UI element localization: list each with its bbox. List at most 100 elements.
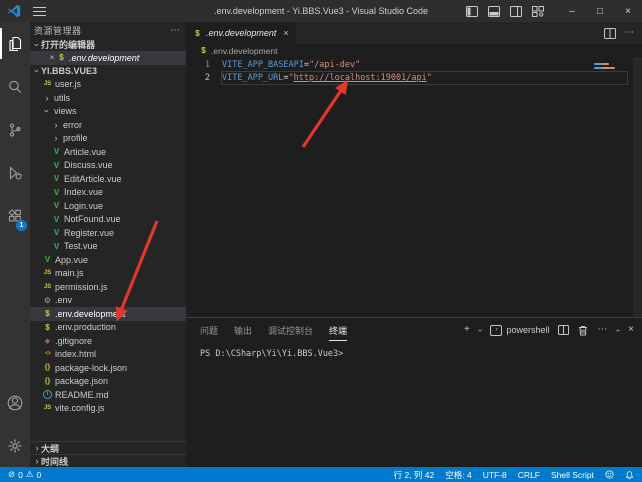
- tab-bar: $ .env.development × ⋯: [186, 22, 642, 44]
- editor-scrollbar[interactable]: [633, 57, 642, 317]
- tree-item-package-lock-json[interactable]: {}package-lock.json: [30, 361, 186, 375]
- close-panel-icon[interactable]: ×: [628, 325, 634, 335]
- extensions-icon[interactable]: 1: [0, 194, 30, 237]
- maximize-panel-icon[interactable]: ›: [613, 329, 622, 332]
- tree-item-gitignore[interactable]: ◆.gitignore: [30, 334, 186, 348]
- tree-item-env[interactable]: ⚙.env: [30, 294, 186, 308]
- tree-item-readme-md[interactable]: iREADME.md: [30, 388, 186, 402]
- explorer-icon[interactable]: [0, 22, 30, 65]
- tree-item-package-json[interactable]: {}package.json: [30, 375, 186, 389]
- tree-item-label: Test.vue: [64, 241, 98, 251]
- section-open-editors[interactable]: › 打开的编辑器: [30, 38, 186, 51]
- notifications-bell-icon[interactable]: [625, 470, 634, 480]
- maximize-button[interactable]: □: [586, 0, 614, 22]
- terminal-shell-selector[interactable]: › powershell: [490, 325, 549, 336]
- tree-item-label: main.js: [55, 268, 84, 278]
- line-content: VITE_APP_BASEAPI="/api-dev": [221, 58, 628, 72]
- minimize-button[interactable]: –: [558, 0, 586, 22]
- tree-item-app-vue[interactable]: VApp.vue: [30, 253, 186, 267]
- source-control-icon[interactable]: [0, 108, 30, 151]
- tree-item-article-vue[interactable]: VArticle.vue: [30, 145, 186, 159]
- split-terminal-icon[interactable]: [558, 325, 569, 335]
- tree-item-vite-config-js[interactable]: JSvite.config.js: [30, 402, 186, 416]
- tree-item-discuss-vue[interactable]: VDiscuss.vue: [30, 159, 186, 173]
- toggle-sidebar-icon[interactable]: [466, 6, 478, 17]
- tree-item-test-vue[interactable]: VTest.vue: [30, 240, 186, 254]
- terminal-dropdown-chevron-icon[interactable]: ›: [476, 329, 485, 332]
- tree-item-register-vue[interactable]: VRegister.vue: [30, 226, 186, 240]
- tree-item-index-html[interactable]: <>index.html: [30, 348, 186, 362]
- panel-tab-[interactable]: 调试控制台: [268, 320, 313, 340]
- tree-item-editarticle-vue[interactable]: VEditArticle.vue: [30, 172, 186, 186]
- section-timeline[interactable]: › 时间线: [30, 454, 186, 467]
- status-cursor-position[interactable]: 行 2, 列 42: [394, 469, 435, 481]
- shell-file-icon: $: [193, 29, 202, 38]
- panel-tab-[interactable]: 问题: [200, 320, 218, 340]
- code-line-1[interactable]: 1VITE_APP_BASEAPI="/api-dev": [186, 58, 642, 71]
- tree-item-label: .env: [55, 295, 72, 305]
- search-icon[interactable]: [0, 65, 30, 108]
- tree-item-label: package.json: [55, 376, 108, 386]
- tree-item-label: vite.config.js: [55, 403, 105, 413]
- panel-tab-[interactable]: 输出: [234, 320, 252, 340]
- panel-more-actions-icon[interactable]: ⋯: [597, 325, 607, 335]
- tree-item-label: user.js: [55, 79, 81, 89]
- tab-close-icon[interactable]: ×: [283, 28, 288, 38]
- tree-item-notfound-vue[interactable]: VNotFound.vue: [30, 213, 186, 227]
- gear-file-icon: ⚙: [43, 296, 52, 305]
- sidebar-explorer: 资源管理器 ⋯ › 打开的编辑器 ×$.env.development › YI…: [30, 22, 186, 467]
- kill-terminal-trash-icon[interactable]: [578, 325, 588, 336]
- minimap-line-mark: [594, 63, 609, 65]
- new-terminal-icon[interactable]: +: [464, 325, 470, 335]
- open-editors-label: 打开的编辑器: [41, 38, 95, 51]
- split-editor-icon[interactable]: [604, 28, 616, 39]
- status-bar: ⊘ 0 ⚠ 0 行 2, 列 42 空格: 4 UTF-8 CRLF Shell Scr…: [0, 467, 642, 482]
- open-editor-item-env-development[interactable]: ×$.env.development: [30, 51, 186, 65]
- terminal[interactable]: PS D:\CSharp\Yi\Yi.BBS.Vue3>: [186, 342, 642, 467]
- tree-item-env-production[interactable]: $.env.production: [30, 321, 186, 335]
- code-token-variable: VITE_APP_URL: [222, 73, 283, 83]
- close-window-button[interactable]: ×: [614, 0, 642, 22]
- run-debug-icon[interactable]: [0, 151, 30, 194]
- tree-item-env-development[interactable]: $.env.development: [30, 307, 186, 321]
- problems-status[interactable]: ⊘ 0 ⚠ 0: [8, 469, 41, 480]
- status-eol[interactable]: CRLF: [518, 470, 540, 480]
- section-project-root[interactable]: › YI.BBS.VUE3: [30, 65, 186, 78]
- status-encoding[interactable]: UTF-8: [483, 470, 507, 480]
- toggle-secondary-sidebar-icon[interactable]: [510, 6, 522, 17]
- account-icon[interactable]: [0, 381, 30, 424]
- minimap[interactable]: [592, 57, 628, 117]
- explorer-more-actions-icon[interactable]: ⋯: [170, 25, 180, 36]
- shell-file-icon: $: [43, 309, 52, 318]
- tab-env-development[interactable]: $ .env.development ×: [186, 22, 296, 44]
- tree-item-index-vue[interactable]: VIndex.vue: [30, 186, 186, 200]
- status-language-mode[interactable]: Shell Script: [551, 470, 594, 480]
- vscode-logo-icon: [7, 4, 21, 18]
- tree-folder-utils[interactable]: ›utils: [30, 91, 186, 105]
- editor-more-actions-icon[interactable]: ⋯: [624, 28, 634, 38]
- toggle-panel-icon[interactable]: [488, 6, 500, 17]
- breadcrumb[interactable]: $ .env.development: [186, 44, 642, 57]
- tree-item-main-js[interactable]: JSmain.js: [30, 267, 186, 281]
- tree-folder-profile[interactable]: ›profile: [30, 132, 186, 146]
- panel-tab-[interactable]: 终端: [329, 320, 347, 341]
- status-indentation[interactable]: 空格: 4: [445, 469, 471, 481]
- tree-item-login-vue[interactable]: VLogin.vue: [30, 199, 186, 213]
- customize-layout-icon[interactable]: [532, 6, 544, 17]
- section-outline[interactable]: › 大纲: [30, 441, 186, 454]
- feedback-smiley-icon[interactable]: [605, 470, 614, 479]
- code-line-2[interactable]: 2VITE_APP_URL="http://localhost:19001/ap…: [186, 71, 642, 84]
- tree-folder-views[interactable]: ›views: [30, 105, 186, 119]
- errors-count: 0: [18, 470, 23, 480]
- js-file-icon: JS: [43, 270, 52, 276]
- settings-gear-icon[interactable]: [0, 424, 30, 467]
- close-editor-icon[interactable]: ×: [47, 53, 57, 62]
- code-token-string-link[interactable]: http://localhost:19001/api: [294, 73, 427, 83]
- tree-item-permission-js[interactable]: JSpermission.js: [30, 280, 186, 294]
- tree-folder-error[interactable]: ›error: [30, 118, 186, 132]
- tree-item-user-js[interactable]: JSuser.js: [30, 78, 186, 92]
- code-token-variable: VITE_APP_BASEAPI: [222, 60, 304, 70]
- menu-icon[interactable]: [33, 7, 46, 16]
- code-editor[interactable]: 1VITE_APP_BASEAPI="/api-dev"2VITE_APP_UR…: [186, 57, 642, 317]
- tree-item-label: Index.vue: [64, 187, 103, 197]
